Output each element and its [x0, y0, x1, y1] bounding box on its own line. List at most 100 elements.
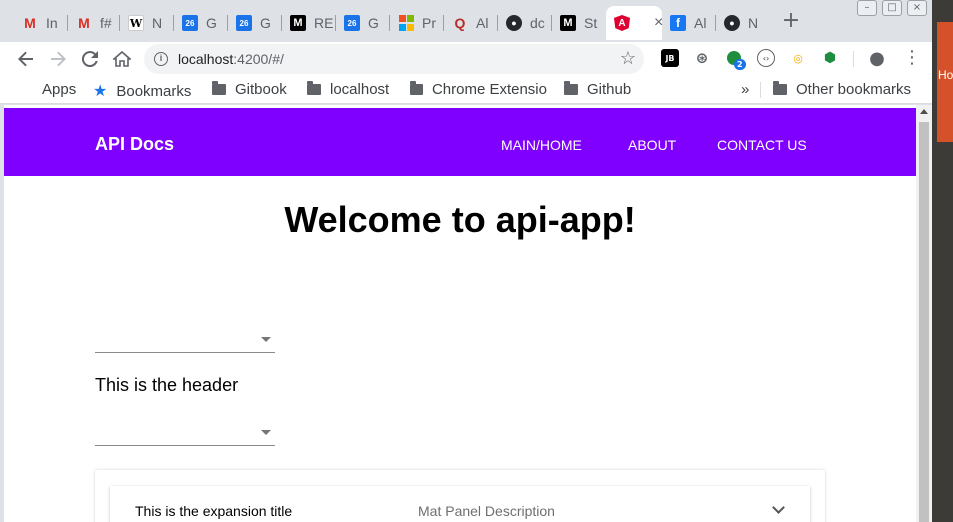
dropdown-arrow-icon	[261, 430, 271, 435]
folder-icon	[212, 81, 226, 95]
nav-main-home[interactable]: MAIN/HOME	[501, 137, 582, 153]
bookmark-chrome-extensions[interactable]: Chrome Extensio	[410, 81, 547, 98]
bookmark-star-icon[interactable]: ☆	[620, 48, 636, 69]
page-viewport: API Docs MAIN/HOME ABOUT CONTACT US Welc…	[4, 105, 932, 522]
desktop-background: Ho	[932, 0, 953, 522]
chevron-down-icon[interactable]	[772, 501, 785, 514]
quora-icon: Q	[454, 15, 466, 31]
app-title[interactable]: API Docs	[95, 134, 174, 155]
cube-extension-icon[interactable]: ⬢	[821, 49, 839, 67]
bookmark-other-bookmarks[interactable]: Other bookmarks	[773, 81, 911, 98]
tab-angular-active[interactable]: A ×	[606, 6, 663, 40]
new-tab-button[interactable]: +	[780, 10, 802, 32]
profile-avatar-icon[interactable]: ●	[868, 48, 886, 69]
toolbar-divider	[853, 51, 854, 67]
bookmark-apps[interactable]: Apps	[19, 81, 76, 98]
tab-github-2[interactable]: ● N	[716, 6, 770, 40]
back-button[interactable]	[13, 46, 39, 72]
tab-label: dc	[530, 15, 545, 31]
calendar-icon: 26	[236, 15, 252, 31]
bookmarks-overflow-button[interactable]: »	[741, 81, 749, 98]
tab-gmail-inbox[interactable]: M In	[14, 6, 68, 40]
folder-icon	[564, 81, 578, 95]
tab-medium-2[interactable]: M St	[552, 6, 606, 40]
select-dropdown-1[interactable]	[95, 325, 275, 353]
microsoft-icon	[398, 15, 414, 31]
dropdown-arrow-icon	[261, 337, 271, 342]
reload-icon	[82, 51, 98, 67]
spiral-extension-icon[interactable]: ⊛	[693, 49, 711, 67]
maximize-button[interactable]: □	[882, 0, 902, 16]
bookmark-label: Bookmarks	[116, 82, 192, 100]
header-text: This is the header	[95, 375, 239, 395]
tab-microsoft[interactable]: Pr	[390, 6, 444, 40]
scroll-up-arrow-icon[interactable]	[920, 109, 928, 114]
gmail-icon: M	[24, 15, 36, 31]
browser-toolbar: i localhost:4200/#/ ☆ JB ⊛ 2 ‹› ◎ ⬢ ● ⋮	[0, 42, 932, 76]
page-scrollbar[interactable]	[916, 105, 932, 522]
tab-calendar-2[interactable]: 26 G	[228, 6, 282, 40]
apps-grid-icon	[19, 83, 33, 97]
tab-quora[interactable]: Q Al	[444, 6, 498, 40]
bookmark-gitbook[interactable]: Gitbook	[212, 81, 287, 98]
folder-icon	[307, 81, 321, 95]
expansion-panel[interactable]: This is the expansion title Mat Panel De…	[110, 486, 810, 522]
tab-label: f#	[100, 15, 112, 31]
calendar-icon: 26	[182, 15, 198, 31]
bookmark-label: Other bookmarks	[796, 81, 912, 98]
bookmark-github[interactable]: Github	[564, 81, 631, 98]
bookmark-bookmarks[interactable]: ★ Bookmarks	[93, 81, 191, 101]
forward-button[interactable]	[45, 46, 71, 72]
address-bar[interactable]: i localhost:4200/#/ ☆	[144, 44, 644, 74]
github-icon: ●	[724, 15, 740, 31]
browser-window: Ho M In M f# W N 26 G 26 G M RE 26 G Pr …	[0, 0, 953, 522]
app-toolbar: API Docs MAIN/HOME ABOUT CONTACT US	[4, 108, 916, 176]
tab-label: RE	[314, 15, 334, 31]
site-info-icon[interactable]: i	[154, 52, 168, 66]
tab-label: G	[368, 15, 379, 31]
star-icon: ★	[93, 83, 108, 100]
tab-label: N	[152, 15, 163, 31]
coin-extension-icon[interactable]: ◎	[789, 49, 807, 67]
bookmark-label: Chrome Extensio	[431, 81, 547, 98]
tab-label: Al	[476, 15, 489, 31]
bookmarks-bar: Apps ★ Bookmarks Gitbook localhost Chrom…	[0, 76, 932, 104]
tab-medium-1[interactable]: M RE	[282, 6, 336, 40]
desktop-window-edge	[937, 22, 953, 142]
select-dropdown-2[interactable]	[95, 418, 275, 446]
code-extension-icon[interactable]: ‹›	[757, 49, 775, 67]
tab-github-1[interactable]: ● dc	[498, 6, 552, 40]
tab-label: G	[206, 15, 217, 31]
tab-label: St	[584, 15, 598, 31]
tab-label: Al	[694, 15, 707, 31]
home-button[interactable]	[109, 46, 135, 72]
close-window-button[interactable]: ×	[907, 0, 927, 16]
tab-label: In	[46, 15, 58, 31]
nav-contact-us[interactable]: CONTACT US	[717, 137, 807, 153]
tab-calendar-1[interactable]: 26 G	[174, 6, 228, 40]
address-path: :4200/#/	[233, 51, 284, 67]
tab-calendar-3[interactable]: 26 G	[336, 6, 390, 40]
tab-strip: M In M f# W N 26 G 26 G M RE 26 G Pr Q A…	[0, 0, 932, 42]
jetbrains-extension-icon[interactable]: JB	[661, 49, 679, 67]
tab-wikipedia[interactable]: W N	[120, 6, 174, 40]
gmail-icon: M	[78, 15, 90, 31]
nav-about[interactable]: ABOUT	[628, 137, 676, 153]
reload-button[interactable]	[77, 46, 103, 72]
tab-gmail-2[interactable]: M f#	[68, 6, 120, 40]
browser-menu-icon[interactable]: ⋮	[903, 48, 921, 68]
medium-icon: M	[560, 15, 576, 31]
tab-facebook[interactable]: f Al	[662, 6, 716, 40]
expansion-panel-description: Mat Panel Description	[418, 503, 555, 519]
bookmarks-divider	[760, 82, 761, 98]
bookmark-localhost[interactable]: localhost	[307, 81, 389, 98]
minimize-button[interactable]: –	[857, 0, 877, 16]
angular-icon: A	[614, 15, 630, 31]
page-title: Welcome to api-app!	[284, 199, 636, 240]
wikipedia-icon: W	[128, 15, 144, 31]
bookmark-label: Github	[587, 81, 632, 98]
folder-icon	[410, 81, 423, 95]
green-extension-icon[interactable]: 2	[725, 49, 746, 70]
scrollbar-thumb[interactable]	[919, 122, 929, 522]
accordion-container: This is the expansion title Mat Panel De…	[95, 470, 825, 522]
